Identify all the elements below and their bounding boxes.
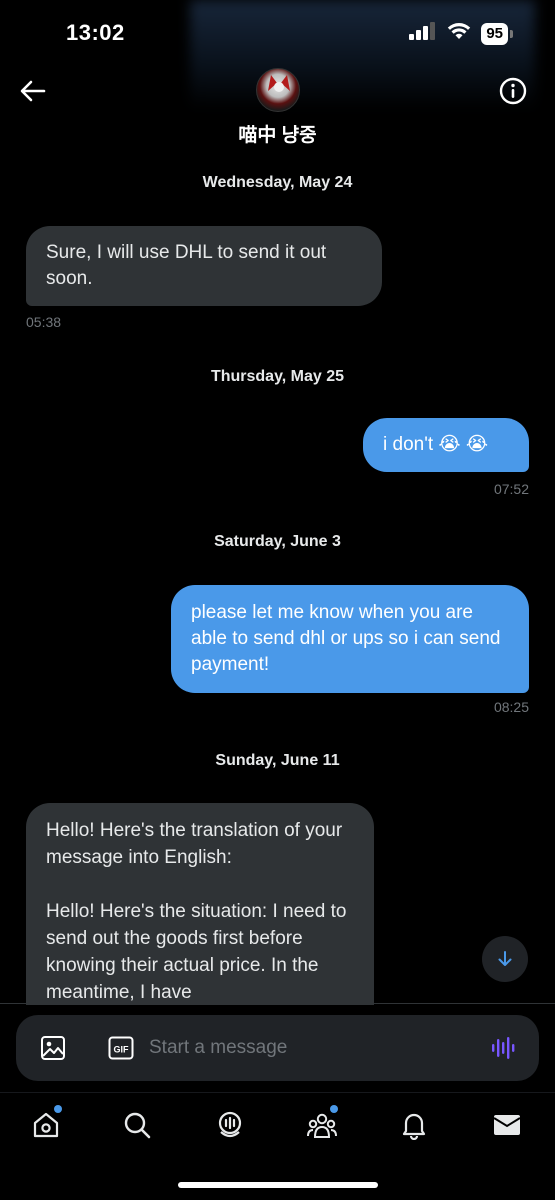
battery-level: 95 <box>481 22 508 45</box>
voice-waveform-icon <box>492 1037 515 1059</box>
battery-indicator: 95 <box>481 22 513 45</box>
status-time: 13:02 <box>66 20 125 45</box>
message-composer: GIF <box>16 1015 539 1081</box>
add-gif-button[interactable]: GIF <box>108 1036 134 1060</box>
arrow-down-icon <box>498 951 512 966</box>
info-button[interactable] <box>498 76 528 106</box>
wifi-icon <box>447 22 471 45</box>
date-separator: Thursday, May 25 <box>210 368 345 385</box>
conversation-header: 喵中 냥중 <box>0 66 555 154</box>
voice-message-button[interactable] <box>491 1035 517 1061</box>
notifications-icon <box>402 1113 426 1140</box>
nav-communities[interactable] <box>304 1105 340 1143</box>
info-icon <box>499 77 527 105</box>
arrow-left-icon <box>20 80 46 102</box>
message-thread[interactable]: Wednesday, May 24 Sure, I will use DHL t… <box>0 160 555 1005</box>
message-time: 05:38 <box>26 314 62 330</box>
battery-cap <box>510 29 513 38</box>
date-separator: Saturday, June 3 <box>214 533 341 550</box>
communities-icon <box>307 1113 337 1138</box>
gif-icon: GIF <box>108 1036 134 1060</box>
nav-messages[interactable] <box>489 1107 525 1143</box>
home-indicator <box>178 1182 378 1188</box>
notification-dot <box>54 1105 62 1113</box>
date-separator: Sunday, June 11 <box>215 752 340 769</box>
home-icon <box>33 1112 59 1138</box>
contact-name[interactable]: 喵中 냥중 <box>0 120 555 147</box>
message-input[interactable] <box>149 1033 469 1063</box>
avatar-image <box>268 75 290 92</box>
messages-icon <box>493 1115 521 1135</box>
message-bubble-outgoing[interactable]: i don't 😭 😭 <box>363 418 529 472</box>
status-bar: 13:02 95 <box>0 0 555 110</box>
gif-label: GIF <box>114 1045 130 1055</box>
search-icon <box>124 1112 151 1139</box>
spaces-icon <box>218 1111 242 1138</box>
message-bubble-incoming[interactable]: Hello! Here's the translation of your me… <box>26 803 374 1005</box>
add-photo-button[interactable] <box>40 1035 66 1061</box>
nav-spaces[interactable] <box>212 1107 248 1143</box>
message-bubble-outgoing[interactable]: please let me know when you are able to … <box>171 585 529 693</box>
message-bubble-incoming[interactable]: Sure, I will use DHL to send it out soon… <box>26 226 382 306</box>
scroll-to-bottom-button[interactable] <box>482 936 528 982</box>
message-time: 07:52 <box>493 481 529 497</box>
avatar[interactable] <box>256 68 300 112</box>
nav-notifications[interactable] <box>396 1107 432 1143</box>
nav-search[interactable] <box>119 1107 155 1143</box>
status-icons: 95 <box>409 22 513 45</box>
back-button[interactable] <box>18 76 48 106</box>
date-separator: Wednesday, May 24 <box>202 174 353 191</box>
image-icon <box>41 1036 65 1060</box>
nav-home[interactable] <box>28 1105 64 1143</box>
message-time: 08:25 <box>493 699 529 715</box>
composer-divider <box>0 1003 555 1004</box>
cellular-signal-icon <box>409 22 437 45</box>
notification-dot <box>330 1105 338 1113</box>
